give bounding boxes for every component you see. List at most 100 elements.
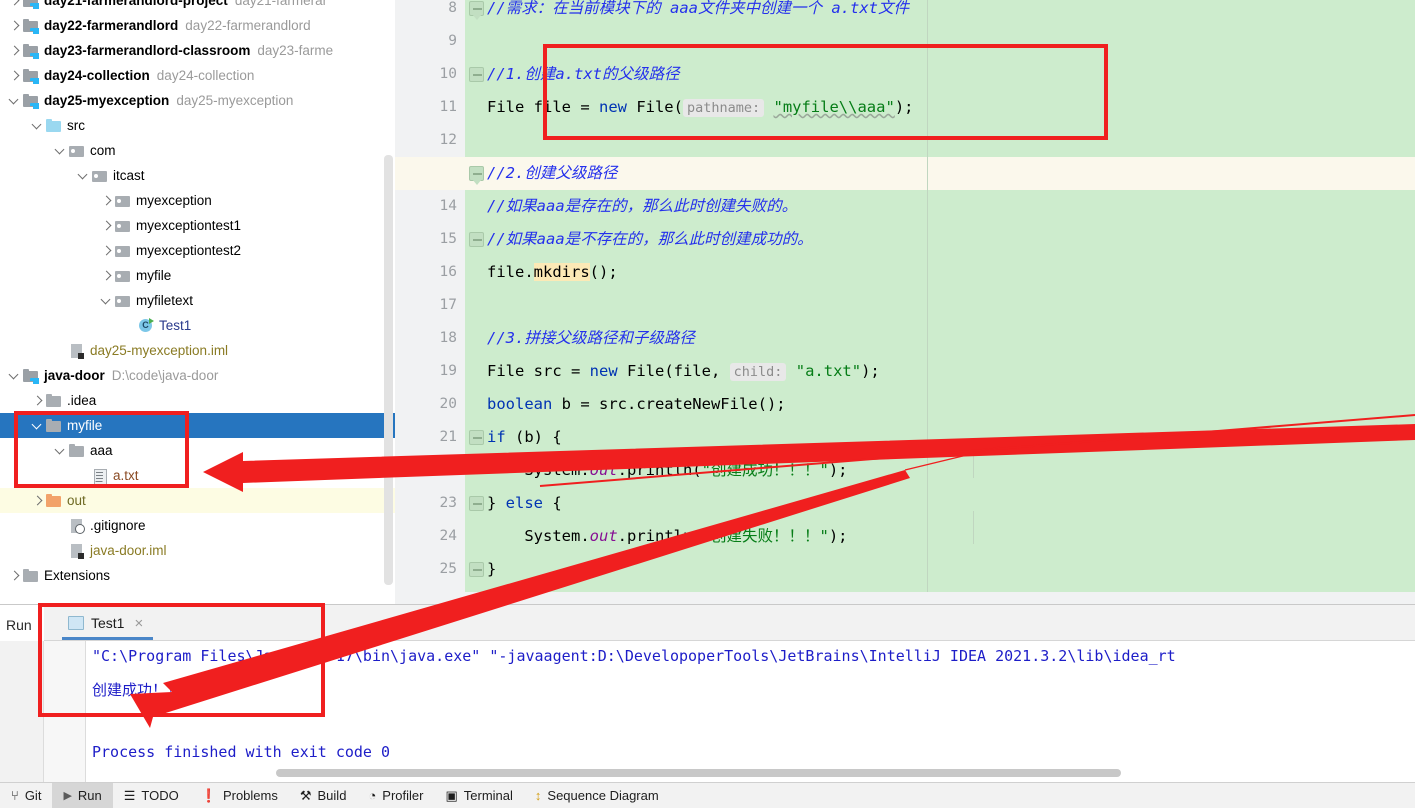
tree-item-myexception[interactable]: myexception xyxy=(0,188,395,213)
tree-item-idea[interactable]: .idea xyxy=(0,388,395,413)
tree-item-extensions[interactable]: Extensions xyxy=(0,563,395,588)
tree-item-day22[interactable]: day22-farmerandlord day22-farmerandlord xyxy=(0,13,395,38)
fold-collapse-icon[interactable] xyxy=(469,67,484,82)
chevron-right-icon[interactable] xyxy=(8,69,21,82)
chevron-down-icon[interactable] xyxy=(100,294,113,307)
status-sequence-diagram[interactable]: ↕ Sequence Diagram xyxy=(524,783,670,808)
code-line[interactable]: file.mkdirs(); xyxy=(487,256,1415,289)
fold-collapse-icon[interactable] xyxy=(469,430,484,445)
tree-item-out[interactable]: out xyxy=(0,488,395,513)
tree-item-location: day24-collection xyxy=(156,68,255,83)
fold-end-icon[interactable] xyxy=(469,1,484,20)
code-line[interactable]: File src = new File(file, child: "a.txt"… xyxy=(487,355,1415,388)
code-editor[interactable]: 891011121314151617181920212223242526 //需… xyxy=(395,0,1415,604)
chevron-down-icon[interactable] xyxy=(54,144,67,157)
code-line[interactable]: System.out.println("创建成功！！！"); xyxy=(487,454,1415,487)
status-bar[interactable]: ⑂ Git ▶ Run ☰ TODO ❗ Problems ⚒ Build ◔ Profiler ▣ Te… xyxy=(0,782,1415,808)
tree-item-myexceptiontest2[interactable]: myexceptiontest2 xyxy=(0,238,395,263)
code-line[interactable] xyxy=(487,25,1415,58)
console-output[interactable]: "C:\Program Files\Java\jdk-17\bin\java.e… xyxy=(86,641,1415,783)
code-token-plain: File file = xyxy=(487,98,599,116)
tree-item-day25-iml[interactable]: day25-myexception.iml xyxy=(0,338,395,363)
chevron-right-icon[interactable] xyxy=(100,194,113,207)
tree-item-java-door[interactable]: java-door D:\code\java-door xyxy=(0,363,395,388)
chevron-right-icon[interactable] xyxy=(100,219,113,232)
code-line[interactable] xyxy=(487,289,1415,322)
tree-item-day24[interactable]: day24-collection day24-collection xyxy=(0,63,395,88)
tree-item-label: myfiletext xyxy=(136,293,194,308)
tree-item-myexceptiontest1[interactable]: myexceptiontest1 xyxy=(0,213,395,238)
status-profiler[interactable]: ◔ Profiler xyxy=(357,783,434,808)
close-icon[interactable]: × xyxy=(134,608,143,639)
chevron-down-icon[interactable] xyxy=(54,444,67,457)
tree-item-day21[interactable]: day21-farmerandlord-project day21-farmera… xyxy=(0,0,395,13)
code-token-kw: new xyxy=(598,98,627,116)
iml-file-icon xyxy=(69,343,85,359)
tree-item-src[interactable]: src xyxy=(0,113,395,138)
chevron-right-icon[interactable] xyxy=(8,19,21,32)
code-line[interactable]: } xyxy=(487,553,1415,586)
tree-item-myfiletext[interactable]: myfiletext xyxy=(0,288,395,313)
fold-end-icon[interactable] xyxy=(469,166,484,185)
code-line[interactable]: //如果aaa是存在的，那么此时创建失败的。 xyxy=(487,190,1415,223)
code-line[interactable]: //需求：在当前模块下的 aaa文件夹中创建一个 a.txt文件 xyxy=(487,0,1415,25)
project-tree[interactable]: day21-farmerandlord-project day21-farmera… xyxy=(0,0,395,588)
tree-item-myfile[interactable]: myfile xyxy=(0,413,395,438)
chevron-down-icon[interactable] xyxy=(8,94,21,107)
status-run[interactable]: ▶ Run xyxy=(52,782,113,808)
tree-item-gitignore[interactable]: .gitignore xyxy=(0,513,395,538)
code-line[interactable]: File file = new File(pathname: "myfile\\… xyxy=(487,91,1415,124)
code-line[interactable]: } else { xyxy=(487,487,1415,520)
fold-collapse-icon[interactable] xyxy=(469,232,484,247)
code-line[interactable]: if (b) { xyxy=(487,421,1415,454)
code-line[interactable] xyxy=(487,124,1415,157)
code-line[interactable]: boolean b = src.createNewFile(); xyxy=(487,388,1415,421)
tree-item-java-door-iml[interactable]: java-door.iml xyxy=(0,538,395,563)
fold-dash-icon xyxy=(473,569,482,571)
code-line[interactable]: //如果aaa是不存在的，那么此时创建成功的。 xyxy=(487,223,1415,256)
tree-item-a-txt[interactable]: a.txt xyxy=(0,463,395,488)
run-tool-window[interactable]: Run Test1 × 🔧 » ↑ ↓ xyxy=(0,604,1415,783)
chevron-right-icon[interactable] xyxy=(8,0,21,7)
tree-item-label: day23-farmerandlord-classroom xyxy=(44,43,251,58)
code-line[interactable]: System.out.println("创建失败！！！"); xyxy=(487,520,1415,553)
chevron-right-icon[interactable] xyxy=(100,244,113,257)
run-tab-test1[interactable]: Test1 × xyxy=(62,608,154,640)
code-line[interactable]: //1.创建a.txt的父级路径 xyxy=(487,58,1415,91)
code-line[interactable]: //2.创建父级路径 xyxy=(487,157,1415,190)
code-token-plain: System. xyxy=(487,461,590,479)
tree-item-com[interactable]: com xyxy=(0,138,395,163)
tree-item-aaa[interactable]: aaa xyxy=(0,438,395,463)
project-tree-scrollbar[interactable] xyxy=(384,155,393,585)
chevron-right-icon[interactable] xyxy=(8,569,21,582)
tree-item-itcast[interactable]: itcast xyxy=(0,163,395,188)
chevron-down-icon[interactable] xyxy=(77,169,90,182)
chevron-right-icon[interactable] xyxy=(31,494,44,507)
tree-item-test1-class[interactable]: Test1 xyxy=(0,313,395,338)
chevron-down-icon[interactable] xyxy=(31,419,44,432)
status-problems[interactable]: ❗ Problems xyxy=(190,783,289,808)
fold-collapse-icon[interactable] xyxy=(469,496,484,511)
run-second-toolbar[interactable] xyxy=(44,641,86,783)
status-todo[interactable]: ☰ TODO xyxy=(113,783,190,808)
chevron-right-icon[interactable] xyxy=(31,394,44,407)
editor-horizontal-scroll-area[interactable] xyxy=(395,592,1415,604)
console-horizontal-scrollbar[interactable] xyxy=(276,769,1121,777)
run-tab-bar[interactable]: Test1 × xyxy=(44,605,1415,641)
chevron-right-icon[interactable] xyxy=(8,44,21,57)
status-terminal[interactable]: ▣ Terminal xyxy=(434,783,523,808)
module-badge-icon xyxy=(33,77,39,84)
tree-item-day25[interactable]: day25-myexception day25-myexception xyxy=(0,88,395,113)
tree-item-myfile-pkg[interactable]: myfile xyxy=(0,263,395,288)
status-build[interactable]: ⚒ Build xyxy=(289,783,358,808)
chevron-down-icon[interactable] xyxy=(8,369,21,382)
code-line[interactable]: //3.拼接父级路径和子级路径 xyxy=(487,322,1415,355)
project-tool-window[interactable]: day21-farmerandlord-project day21-farmera… xyxy=(0,0,395,604)
run-left-toolbar[interactable] xyxy=(0,641,44,783)
chevron-down-icon[interactable] xyxy=(31,119,44,132)
chevron-right-icon[interactable] xyxy=(100,269,113,282)
tree-item-day23[interactable]: day23-farmerandlord-classroom day23-farme xyxy=(0,38,395,63)
console-line: "C:\Program Files\Java\jdk-17\bin\java.e… xyxy=(92,647,1176,665)
status-git[interactable]: ⑂ Git xyxy=(0,783,52,808)
fold-collapse-icon[interactable] xyxy=(469,562,484,577)
